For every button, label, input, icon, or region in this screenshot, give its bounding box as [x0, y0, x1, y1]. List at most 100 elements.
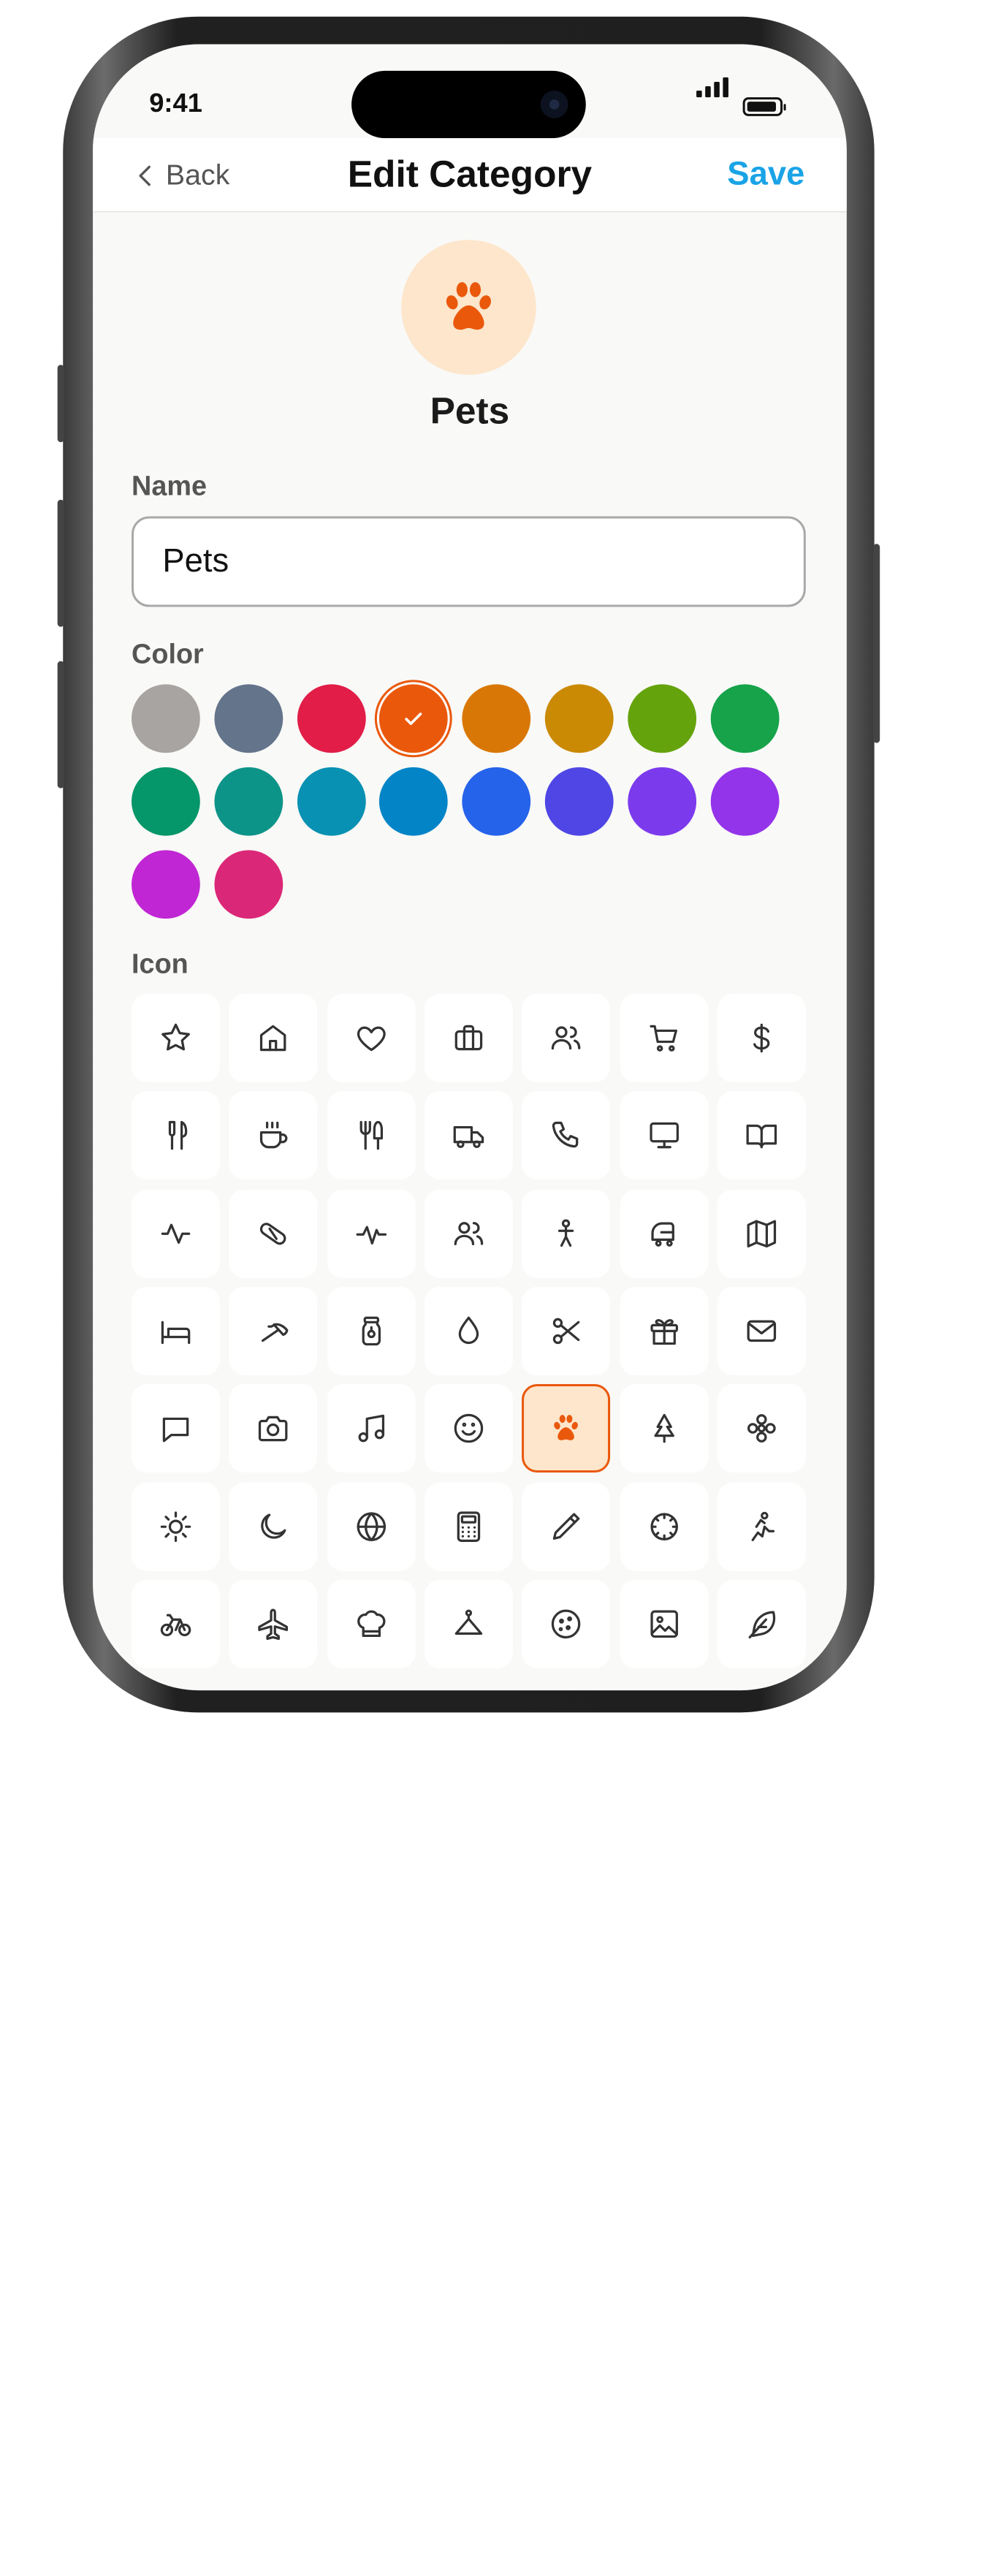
color-swatch[interactable]	[379, 684, 449, 753]
icon-option-gift[interactable]	[619, 1286, 708, 1375]
child-icon	[558, 1218, 574, 1247]
color-swatch[interactable]	[710, 767, 779, 836]
icon-option-jar[interactable]	[327, 1286, 416, 1375]
heart-icon	[357, 1026, 385, 1052]
icon-option-calculator[interactable]	[424, 1481, 513, 1570]
icon-option-airplane[interactable]	[229, 1579, 318, 1668]
color-swatch[interactable]	[297, 767, 366, 836]
icon-option-globe[interactable]	[327, 1481, 416, 1570]
icon-option-star[interactable]	[132, 994, 221, 1083]
icon-option-tree[interactable]	[619, 1384, 708, 1473]
icon-option-heartbeat[interactable]	[327, 1189, 416, 1278]
icon-option-running[interactable]	[717, 1481, 806, 1570]
side-button-action	[57, 365, 64, 443]
color-swatch[interactable]	[214, 684, 283, 753]
icon-option-heart[interactable]	[327, 994, 416, 1083]
color-swatch[interactable]	[462, 684, 531, 753]
icon-option-monitor[interactable]	[619, 1091, 708, 1180]
icon-option-moon[interactable]	[229, 1481, 318, 1570]
airplane-icon	[258, 1608, 289, 1640]
globe-icon	[356, 1511, 386, 1541]
icon-label: Icon	[132, 948, 189, 980]
color-swatch[interactable]	[462, 767, 531, 836]
navigation-bar: Back Edit Category Save	[93, 138, 847, 213]
color-swatch[interactable]	[214, 850, 283, 919]
shopping-cart-icon	[649, 1025, 677, 1052]
icon-option-sun[interactable]	[132, 1481, 221, 1570]
color-swatch[interactable]	[710, 684, 779, 753]
icon-option-child[interactable]	[522, 1189, 611, 1278]
icon-option-car[interactable]	[619, 1189, 708, 1278]
icon-option-bed[interactable]	[132, 1286, 221, 1375]
image-icon	[650, 1610, 678, 1638]
color-swatch[interactable]	[544, 684, 614, 753]
icon-option-scissors[interactable]	[522, 1286, 611, 1375]
mail-icon	[747, 1320, 776, 1342]
icon-option-cookie[interactable]	[522, 1579, 611, 1668]
color-swatch[interactable]	[544, 767, 614, 836]
icon-option-users[interactable]	[522, 994, 611, 1083]
icon-option-paw[interactable]	[522, 1384, 611, 1473]
icon-option-book-open[interactable]	[717, 1091, 806, 1180]
scissors-icon	[553, 1318, 580, 1344]
icon-option-image[interactable]	[619, 1579, 708, 1668]
color-swatch[interactable]	[132, 850, 200, 919]
icon-option-utensils[interactable]	[132, 1091, 221, 1180]
color-swatch[interactable]	[297, 684, 366, 753]
camera-icon	[540, 91, 568, 118]
dial-icon	[650, 1512, 678, 1540]
umbrella-icon	[262, 1323, 289, 1342]
running-icon	[751, 1511, 774, 1541]
icon-option-bicycle[interactable]	[132, 1579, 221, 1668]
message-icon	[162, 1418, 189, 1443]
fork-knife-icon	[359, 1121, 383, 1150]
icon-option-activity[interactable]	[132, 1189, 221, 1278]
color-swatch[interactable]	[132, 767, 200, 836]
dynamic-island	[351, 70, 586, 139]
icon-option-dial[interactable]	[619, 1481, 708, 1570]
icon-option-droplet[interactable]	[424, 1286, 513, 1375]
name-field[interactable]	[132, 516, 806, 607]
icon-option-message[interactable]	[132, 1384, 221, 1473]
color-swatch[interactable]	[627, 684, 696, 753]
icon-option-phone[interactable]	[522, 1091, 611, 1180]
icon-option-map[interactable]	[717, 1189, 806, 1278]
icon-option-feather[interactable]	[717, 1579, 806, 1668]
icon-option-hanger[interactable]	[424, 1579, 513, 1668]
icon-option-smile[interactable]	[424, 1384, 513, 1473]
people-icon	[454, 1221, 484, 1245]
icon-option-music[interactable]	[327, 1384, 416, 1473]
cookie-icon	[552, 1609, 581, 1638]
icon-option-dollar-sign[interactable]	[717, 994, 806, 1083]
icon-option-camera[interactable]	[229, 1384, 318, 1473]
icon-option-fork-knife[interactable]	[327, 1091, 416, 1180]
icon-option-pill[interactable]	[229, 1189, 318, 1278]
phone-icon	[552, 1122, 579, 1148]
chef-hat-icon	[357, 1610, 385, 1637]
color-swatch[interactable]	[214, 767, 283, 836]
icon-option-mail[interactable]	[717, 1286, 806, 1375]
icon-option-coffee[interactable]	[229, 1091, 318, 1180]
truck-icon	[453, 1126, 484, 1149]
droplet-icon	[458, 1316, 479, 1344]
save-button[interactable]: Save	[727, 156, 804, 193]
icon-option-people[interactable]	[424, 1189, 513, 1278]
hanger-icon	[454, 1609, 483, 1635]
icon-option-chef-hat[interactable]	[327, 1579, 416, 1668]
battery-icon	[742, 97, 786, 116]
icon-option-briefcase[interactable]	[424, 994, 513, 1083]
star-icon	[161, 1023, 190, 1051]
users-icon	[552, 1026, 581, 1050]
color-swatch[interactable]	[132, 684, 200, 753]
moon-icon	[261, 1513, 286, 1538]
icon-option-flower[interactable]	[717, 1384, 806, 1473]
icon-option-pencil[interactable]	[522, 1481, 611, 1570]
icon-option-home[interactable]	[229, 994, 318, 1083]
icon-option-truck[interactable]	[424, 1091, 513, 1180]
icon-option-shopping-cart[interactable]	[619, 994, 708, 1083]
color-swatch[interactable]	[627, 767, 696, 836]
dollar-sign-icon	[753, 1023, 770, 1053]
icon-option-umbrella[interactable]	[229, 1286, 318, 1375]
color-swatch[interactable]	[379, 767, 449, 836]
status-time: 9:41	[149, 88, 202, 118]
